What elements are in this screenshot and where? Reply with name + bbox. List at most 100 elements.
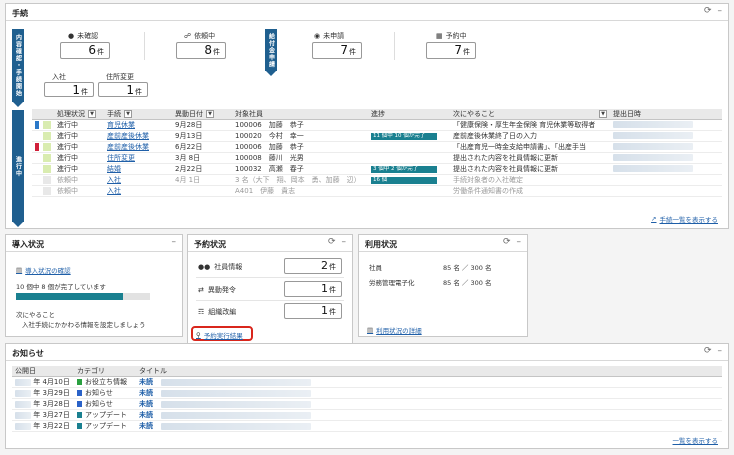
row-color-marker [35, 165, 39, 173]
blurred-cell [161, 422, 312, 430]
chevron-down-icon[interactable]: ▼ [599, 110, 607, 118]
document-icon: ▤ [16, 266, 23, 274]
col-procedure: 手続 [107, 110, 121, 118]
news-unread-badge[interactable]: 未読 [139, 378, 153, 386]
row-date: 4月 1日 [172, 174, 232, 186]
refresh-icon[interactable]: ⟳ [704, 346, 712, 356]
reservation-org-label: 組織改編 [208, 308, 237, 316]
reservation-org-box[interactable]: 1件 [284, 303, 342, 319]
col-next: 次にやること [453, 110, 495, 118]
count-unconfirmed-box[interactable]: 6件 [60, 42, 110, 59]
content-check-tab[interactable]: 内容確認・手続開始 [12, 29, 24, 107]
news-unread-badge[interactable]: 未読 [139, 411, 153, 419]
row-status: 依頼中 [54, 174, 104, 186]
minimize-icon[interactable]: – [172, 237, 177, 247]
intro-progress-bar [16, 293, 150, 300]
usage-detail-link[interactable]: ▤ 利用状況の詳細 [367, 325, 422, 335]
refresh-icon[interactable]: ⟳ [503, 237, 511, 247]
table-row[interactable]: 年 3月28日 お知らせ 未読 [12, 398, 722, 410]
row-progress [368, 119, 450, 131]
progress-bar: 16 個 [371, 176, 437, 184]
minimize-icon[interactable]: – [718, 346, 723, 356]
minimize-icon[interactable]: – [342, 237, 347, 247]
news-unread-badge[interactable]: 未読 [139, 400, 153, 408]
benefit-apply-tab[interactable]: 給付金申請 [265, 29, 277, 76]
row-color-marker [35, 132, 39, 140]
table-row[interactable]: 依頼中 入社 A401 伊藤 貴志 労働条件通知書の作成 [32, 185, 722, 197]
table-row[interactable]: 進行中 住所変更 3月 8日 100008 藤川 光男 提出された内容を社員情報に更新 [32, 152, 722, 164]
table-row[interactable]: 年 4月10日 お役立ち情報 未読 [12, 376, 722, 388]
row-employee: A401 伊藤 貴志 [232, 185, 368, 197]
intro-title: 導入状況 [12, 240, 44, 249]
intro-progress-text: 10 個中 8 個が完了しています [16, 283, 106, 291]
row-procedure-link[interactable]: 産前産後休業 [107, 143, 149, 151]
row-employee: 100006 加藤 恭子 [232, 119, 368, 131]
reservation-transfer-label: 異動発令 [207, 286, 236, 294]
row-procedure-link[interactable]: 入社 [107, 176, 121, 184]
row-next: 提出された内容を社員情報に更新 [450, 152, 610, 164]
news-date: 年 3月28日 [33, 400, 70, 408]
person-icon: ● [68, 32, 75, 40]
progress-bar: 3 個中 2 個が完了 [371, 165, 437, 173]
table-row[interactable]: 年 3月22日 アップデート 未読 [12, 420, 722, 432]
external-link-icon: ↗ [651, 215, 657, 223]
row-color-marker [43, 121, 51, 129]
row-progress: 3 個中 2 個が完了 [368, 163, 450, 175]
count-address-box[interactable]: 1件 [98, 82, 148, 97]
refresh-icon[interactable]: ⟳ [704, 6, 712, 16]
table-row[interactable]: 進行中 産前産後休業 9月13日 100020 今村 幸一 11 個中 10 個が完了 産… [32, 130, 722, 142]
reservation-employee-box[interactable]: 2件 [284, 258, 342, 274]
people-icon: ●● [198, 263, 211, 271]
count-unapplied-box[interactable]: 7件 [312, 42, 362, 59]
chevron-down-icon[interactable]: ▼ [206, 110, 214, 118]
count-hire-box[interactable]: 1件 [44, 82, 94, 97]
table-row[interactable]: 進行中 産前産後休業 6月22日 100006 加藤 恭子 「出産育児一時金支給申請書」… [32, 141, 722, 153]
count-requesting-box[interactable]: 8件 [176, 42, 226, 59]
news-list-link[interactable]: 一覧を表示する [673, 435, 719, 445]
row-status: 進行中 [54, 141, 104, 153]
row-procedure-link[interactable]: 住所変更 [107, 154, 135, 162]
row-submitted [610, 141, 722, 153]
usage-panel: 利用状況 ⟳ – 社員 85 名 ／ 300 名 労務管理電子化 85 名 ／ … [358, 234, 528, 337]
reservation-result-link[interactable]: ⚲ 予約実行結果 [196, 330, 243, 340]
row-next: 「健康保険・厚生年金保険 育児休業等取得者 [450, 119, 610, 131]
row-submitted [610, 163, 722, 175]
col-submitted: 提出日時 [613, 110, 641, 118]
lock-icon: ☍ [184, 32, 192, 40]
blurred-cell [15, 389, 31, 397]
minimize-icon[interactable]: – [517, 237, 522, 247]
minimize-icon[interactable]: – [718, 6, 723, 16]
refresh-icon[interactable]: ⟳ [328, 237, 336, 247]
news-unread-badge[interactable]: 未読 [139, 389, 153, 397]
row-procedure-link[interactable]: 入社 [107, 187, 121, 195]
col-employee: 対象社員 [235, 110, 263, 118]
row-progress [368, 141, 450, 153]
chevron-down-icon[interactable]: ▼ [88, 110, 96, 118]
table-row[interactable]: 進行中 育児休業 9月28日 100006 加藤 恭子 「健康保険・厚生年金保険 育児休… [32, 119, 722, 131]
news-category: アップデート [85, 422, 127, 430]
table-row[interactable]: 進行中 結婚 2月22日 100032 高瀬 春子 3 個中 2 個が完了 提出された内容… [32, 163, 722, 175]
chevron-down-icon[interactable]: ▼ [124, 110, 132, 118]
blurred-cell [613, 164, 693, 172]
blurred-cell [15, 378, 31, 386]
row-procedure-link[interactable]: 結婚 [107, 165, 121, 173]
row-color-marker [35, 176, 39, 184]
row-color-marker [35, 121, 39, 129]
globe-icon: ◉ [314, 32, 321, 40]
procedure-list-link[interactable]: ↗ 手続一覧を表示する [651, 214, 718, 224]
news-unread-badge[interactable]: 未読 [139, 422, 153, 430]
in-progress-tab[interactable]: 進行中 [12, 110, 24, 227]
news-category: お役立ち情報 [85, 378, 127, 386]
count-reserved-box[interactable]: 7件 [426, 42, 476, 59]
table-row[interactable]: 年 3月27日 アップデート 未読 [12, 409, 722, 421]
row-procedure-link[interactable]: 育児休業 [107, 121, 135, 129]
category-color-marker [77, 423, 82, 429]
table-row[interactable]: 年 3月29日 お知らせ 未読 [12, 387, 722, 399]
news-category: お知らせ [85, 389, 113, 397]
table-row[interactable]: 依頼中 入社 4月 1日 3 名（大下 翔、岡本 勇、加藤 辺） 16 個 手続対象者の入… [32, 174, 722, 186]
row-procedure-link[interactable]: 産前産後休業 [107, 132, 149, 140]
count-reserved-label: ▦ 予約中 [436, 32, 467, 40]
reservation-transfer-box[interactable]: 1件 [284, 281, 342, 297]
intro-check-link[interactable]: ▤ 導入状況の確認 [16, 265, 71, 275]
count-hire-label: 入社 [52, 73, 66, 81]
